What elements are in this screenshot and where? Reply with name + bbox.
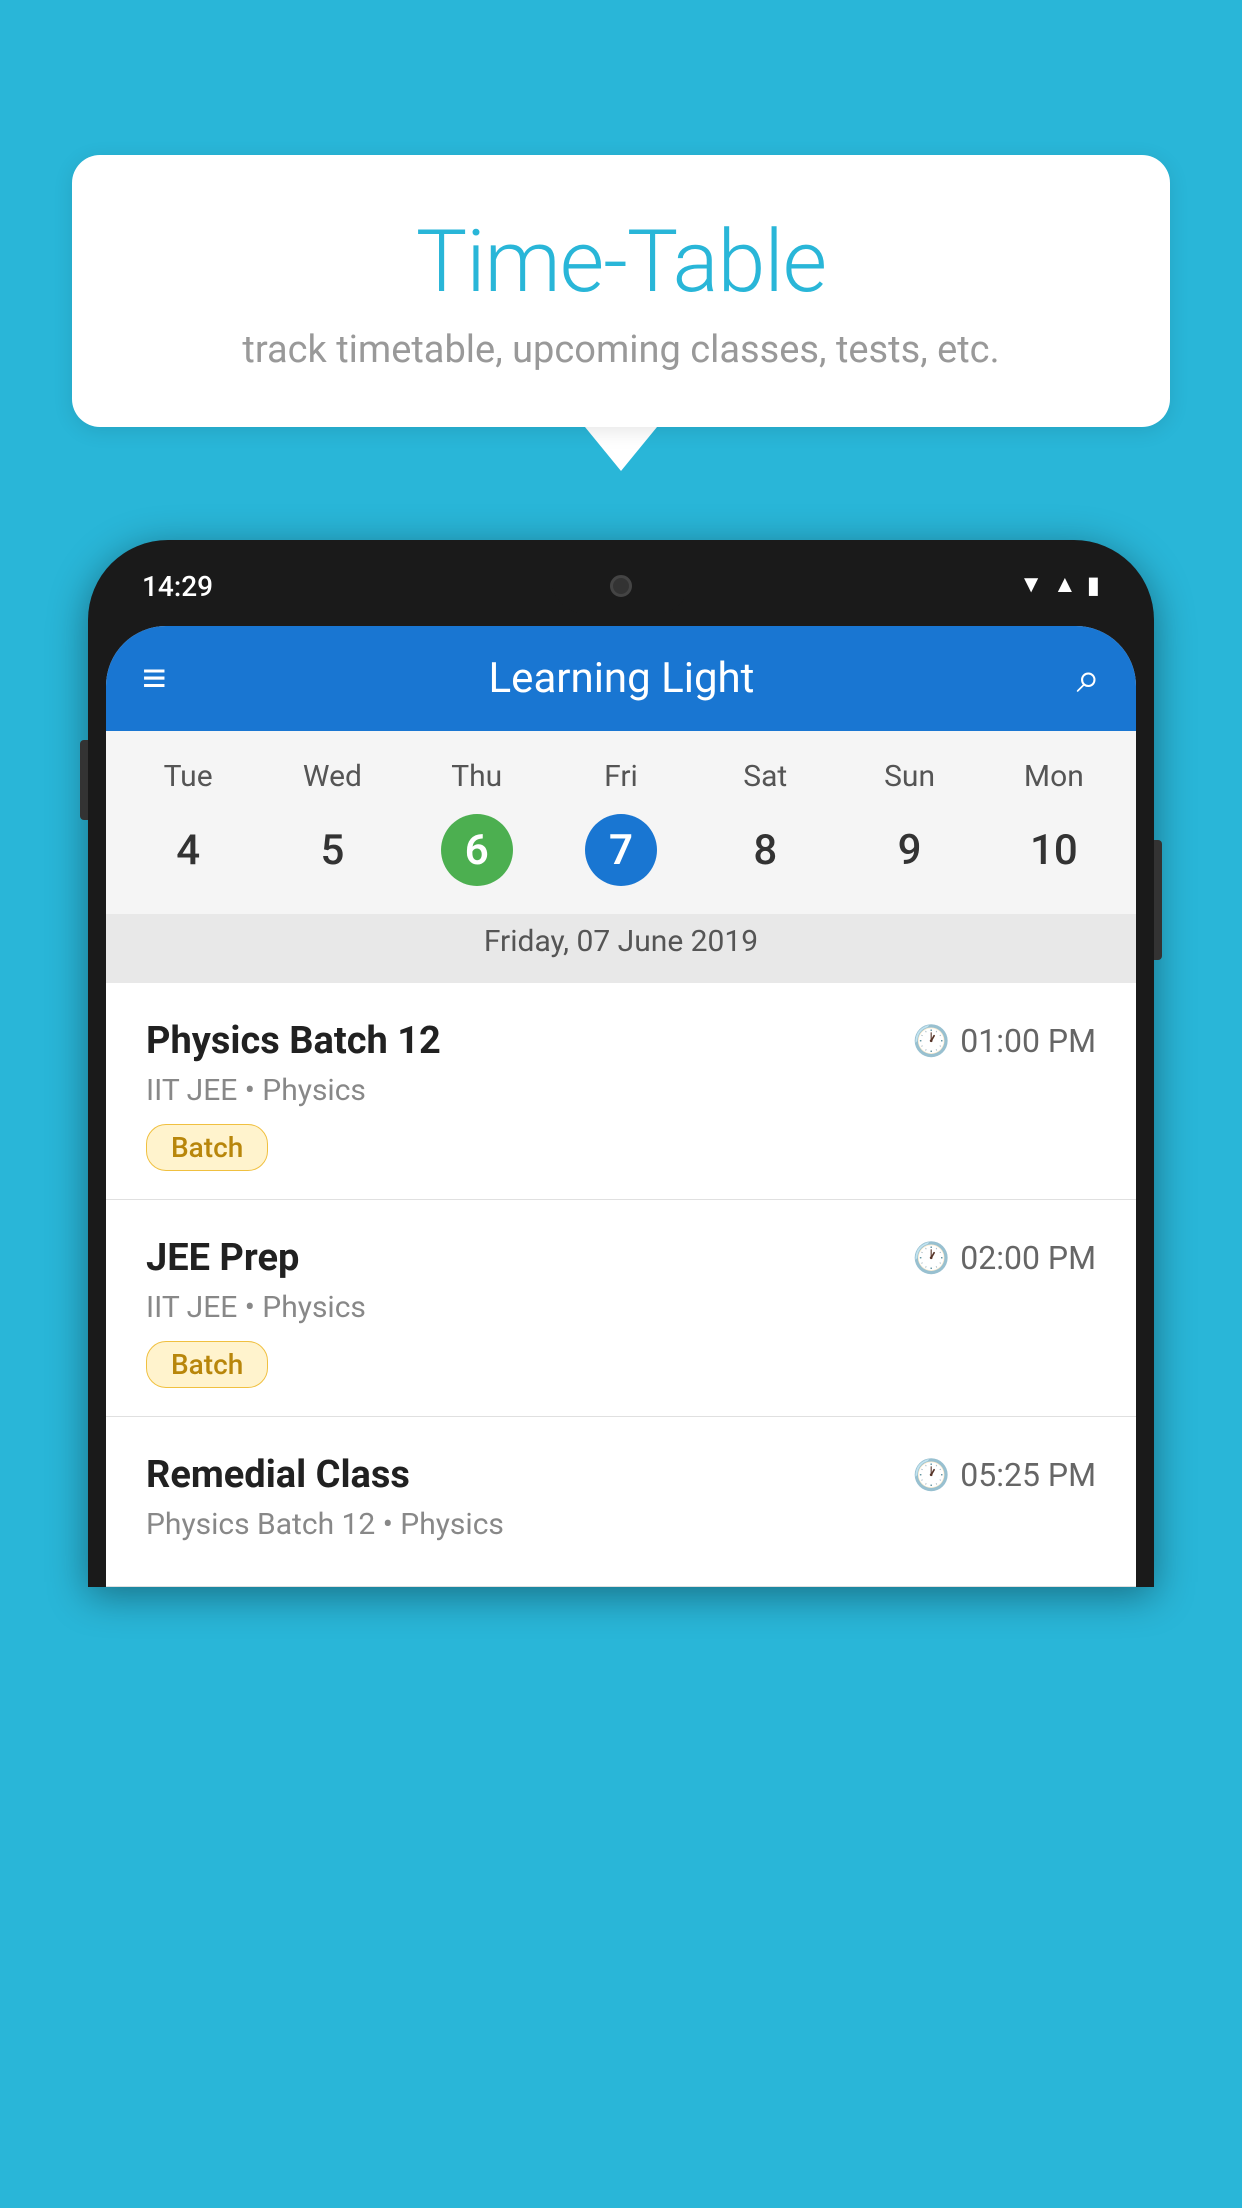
phone-camera <box>610 575 632 597</box>
day-10[interactable]: 10 <box>982 804 1126 896</box>
phone-side-button-right <box>1154 840 1162 960</box>
day-8[interactable]: 8 <box>693 804 837 896</box>
status-time: 14:29 <box>142 558 213 603</box>
app-bar-title: Learning Light <box>489 654 755 703</box>
speech-bubble-arrow <box>585 427 657 471</box>
day-label-wed: Wed <box>260 759 404 794</box>
day-label-mon: Mon <box>982 759 1126 794</box>
app-feature-title: Time-Table <box>132 215 1110 310</box>
schedule-item-2-title: JEE Prep <box>146 1236 299 1280</box>
day-7[interactable]: 7 <box>549 804 693 896</box>
schedule-item-3[interactable]: Remedial Class 🕐 05:25 PM Physics Batch … <box>106 1417 1136 1587</box>
schedule-item-1-title: Physics Batch 12 <box>146 1019 441 1063</box>
day-5[interactable]: 5 <box>260 804 404 896</box>
schedule-list: Physics Batch 12 🕐 01:00 PM IIT JEE • Ph… <box>106 983 1136 1587</box>
schedule-item-2-time: 🕐 02:00 PM <box>913 1239 1096 1277</box>
day-label-tue: Tue <box>116 759 260 794</box>
days-numbers: 4 5 6 7 8 9 10 <box>106 804 1136 914</box>
schedule-item-3-header: Remedial Class 🕐 05:25 PM <box>146 1453 1096 1497</box>
schedule-item-3-subtitle: Physics Batch 12 • Physics <box>146 1507 1096 1542</box>
phone-notch <box>551 558 691 614</box>
day-9[interactable]: 9 <box>837 804 981 896</box>
schedule-item-1-header: Physics Batch 12 🕐 01:00 PM <box>146 1019 1096 1063</box>
menu-icon[interactable]: ≡ <box>142 658 167 700</box>
phone-mockup: 14:29 ▼ ▲ ▮ ≡ Learning Light ⌕ Tue <box>88 540 1154 2208</box>
selected-date: Friday, 07 June 2019 <box>106 914 1136 983</box>
app-screen: ≡ Learning Light ⌕ Tue Wed Thu Fri Sat S… <box>106 626 1136 1587</box>
day-4[interactable]: 4 <box>116 804 260 896</box>
day-6[interactable]: 6 <box>405 804 549 896</box>
clock-icon-1: 🕐 <box>913 1024 950 1059</box>
schedule-item-1[interactable]: Physics Batch 12 🕐 01:00 PM IIT JEE • Ph… <box>106 983 1136 1200</box>
signal-icon: ▲ <box>1053 570 1077 599</box>
days-header: Tue Wed Thu Fri Sat Sun Mon <box>106 731 1136 804</box>
schedule-item-3-title: Remedial Class <box>146 1453 410 1497</box>
schedule-item-1-time: 🕐 01:00 PM <box>913 1022 1096 1060</box>
schedule-item-2[interactable]: JEE Prep 🕐 02:00 PM IIT JEE • Physics Ba… <box>106 1200 1136 1417</box>
schedule-item-2-badge: Batch <box>146 1341 268 1388</box>
speech-bubble-card: Time-Table track timetable, upcoming cla… <box>72 155 1170 427</box>
search-icon[interactable]: ⌕ <box>1076 654 1100 703</box>
schedule-item-2-header: JEE Prep 🕐 02:00 PM <box>146 1236 1096 1280</box>
day-label-sat: Sat <box>693 759 837 794</box>
schedule-item-2-subtitle: IIT JEE • Physics <box>146 1290 1096 1325</box>
calendar-week: Tue Wed Thu Fri Sat Sun Mon 4 5 6 7 <box>106 731 1136 983</box>
app-bar: ≡ Learning Light ⌕ <box>106 626 1136 731</box>
clock-icon-2: 🕐 <box>913 1241 950 1276</box>
day-label-fri: Fri <box>549 759 693 794</box>
schedule-item-3-time: 🕐 05:25 PM <box>913 1456 1096 1494</box>
schedule-item-1-badge: Batch <box>146 1124 268 1171</box>
wifi-icon: ▼ <box>1019 570 1043 599</box>
status-bar: 14:29 ▼ ▲ ▮ <box>106 558 1136 626</box>
app-feature-subtitle: track timetable, upcoming classes, tests… <box>132 328 1110 372</box>
day-label-sun: Sun <box>837 759 981 794</box>
speech-bubble-section: Time-Table track timetable, upcoming cla… <box>72 155 1170 471</box>
phone-frame: 14:29 ▼ ▲ ▮ ≡ Learning Light ⌕ Tue <box>88 540 1154 1587</box>
day-label-thu: Thu <box>405 759 549 794</box>
phone-side-button-left <box>80 740 88 820</box>
battery-icon: ▮ <box>1087 571 1100 599</box>
status-icons: ▼ ▲ ▮ <box>1019 558 1100 599</box>
schedule-item-1-subtitle: IIT JEE • Physics <box>146 1073 1096 1108</box>
clock-icon-3: 🕐 <box>913 1458 950 1493</box>
